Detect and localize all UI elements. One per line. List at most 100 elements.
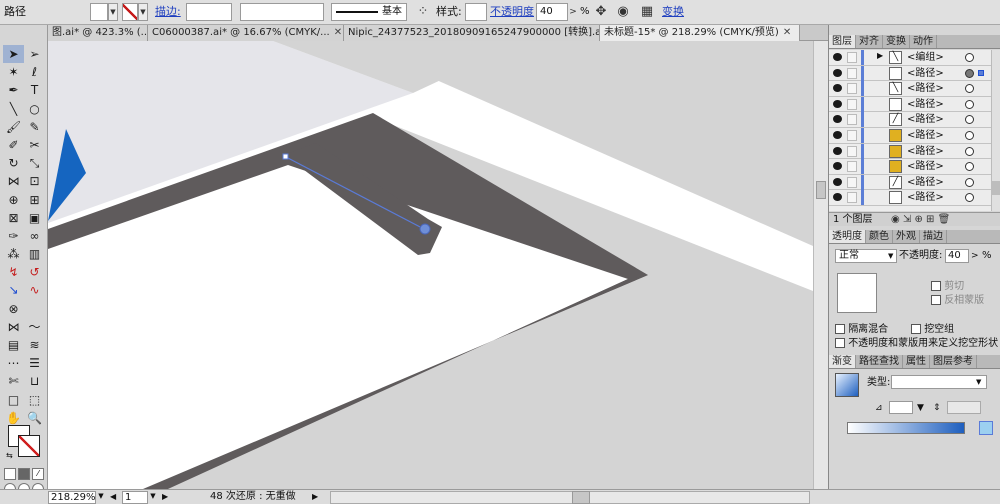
fill-dropdown-icon[interactable]: ▼ (108, 3, 118, 21)
layer-row[interactable]: ╱ <路径> (829, 112, 991, 128)
visibility-eye-icon[interactable] (833, 193, 842, 202)
opacity-input[interactable]: 40 (536, 3, 568, 21)
pencil-tool-icon[interactable]: ✎ (24, 118, 45, 136)
target-circle-icon[interactable] (965, 115, 974, 125)
warp-tool-icon[interactable]: 〜 (24, 318, 45, 336)
target-circle-icon[interactable] (965, 84, 974, 94)
page-dropdown-icon[interactable]: ▼ (148, 491, 158, 504)
knockout-group-option[interactable]: 挖空组 (911, 324, 954, 336)
stroke-weight-input[interactable] (186, 3, 232, 21)
envelope-tool-icon[interactable]: ⋈ (3, 318, 24, 336)
scale-tool-icon[interactable]: ⤡ (24, 154, 45, 172)
target-circle-icon[interactable] (965, 177, 974, 187)
layer-row[interactable]: <路径> (829, 96, 991, 113)
tab-appearance[interactable]: 外观 (893, 230, 920, 243)
clip-checkbox[interactable] (931, 281, 941, 291)
layer-row[interactable]: <路径> (829, 65, 991, 82)
target-circle-icon[interactable] (965, 162, 974, 172)
target-circle-icon[interactable] (965, 131, 974, 140)
target-circle-icon[interactable] (965, 53, 974, 62)
visibility-eye-icon[interactable] (833, 146, 842, 155)
tab-transform[interactable]: 变换 (883, 35, 910, 48)
tab-color[interactable]: 颜色 (866, 230, 893, 243)
layer-row[interactable]: ▶ ╲ <编组> (829, 50, 991, 66)
brush-profile-select[interactable]: 基本 (331, 3, 407, 21)
sliders-tool-icon[interactable]: ⋯ (3, 354, 24, 372)
doc-tab-4[interactable]: 未标题-15* @ 218.29% (CMYK/预览) ✕ (600, 25, 800, 41)
fill-color-swatch[interactable] (90, 3, 108, 21)
graphic-style-swatch[interactable] (465, 3, 487, 21)
prev-page-icon[interactable]: ◀ (110, 491, 120, 504)
gradient-stop-color[interactable] (979, 421, 993, 435)
eraser-tool-icon[interactable]: ✂ (24, 136, 45, 154)
lock-toggle[interactable] (847, 145, 857, 157)
lock-toggle[interactable] (847, 192, 857, 204)
gradient-mode-icon[interactable] (18, 468, 30, 480)
perspective-grid-tool-icon[interactable]: ⊞ (24, 191, 45, 209)
tab-stroke[interactable]: 描边 (920, 230, 947, 243)
eyedropper-tool-icon[interactable]: ✑ (3, 227, 24, 245)
puppet-warp-tool-icon[interactable]: ≋ (24, 336, 45, 354)
style-options-icon[interactable]: ◉ (614, 3, 632, 21)
close-icon[interactable]: ✕ (334, 27, 342, 38)
visibility-eye-icon[interactable] (833, 177, 842, 186)
blend-tool-icon[interactable]: ∞ (24, 227, 45, 245)
curvature-tool-icon[interactable]: ↘ (3, 281, 24, 299)
lasso-tool-icon[interactable]: ℓ (24, 63, 45, 81)
layer-row[interactable]: <路径> (829, 128, 991, 144)
invert-mask-checkbox[interactable] (931, 295, 941, 305)
blend-mode-select[interactable]: 正常 ▼ (835, 249, 897, 263)
variable-width-select[interactable] (240, 3, 324, 21)
layer-footer-icons[interactable]: ◉ ⇲ ⊕ ⊞ 🗑 (891, 214, 950, 226)
color-mode-icon[interactable] (4, 468, 16, 480)
pen-tool-icon[interactable]: ✒ (3, 81, 24, 99)
lock-toggle[interactable] (847, 176, 857, 188)
recolor-icon[interactable]: ✥ (592, 3, 610, 21)
layer-row[interactable]: <路径> (829, 143, 991, 160)
define-knockout-option[interactable]: 不透明度和蒙版用来定义挖空形状 (835, 338, 998, 350)
ellipse-tool-icon[interactable]: ○ (24, 100, 45, 118)
column-graph-tool-icon[interactable]: ▥ (24, 245, 45, 263)
status-menu-icon[interactable]: ▶ (312, 491, 322, 504)
layer-row[interactable]: <路径> (829, 190, 991, 206)
blob-brush-tool-icon[interactable]: ✐ (3, 136, 24, 154)
visibility-eye-icon[interactable] (833, 84, 842, 93)
visibility-eye-icon[interactable] (833, 99, 842, 108)
target-circle-icon[interactable] (965, 68, 974, 78)
slice-tool-icon[interactable]: ✄ (3, 372, 24, 390)
isolate-blend-option[interactable]: 隔离混合 (835, 324, 888, 336)
tab-gradient[interactable]: 渐变 (829, 355, 856, 368)
gradient-angle-step-icon[interactable]: ▼ (917, 402, 924, 414)
define-knockout-checkbox[interactable] (835, 338, 845, 348)
layer-row[interactable]: ╱ <路径> (829, 174, 991, 191)
lock-toggle[interactable] (847, 83, 857, 95)
h-scrollbar-thumb[interactable] (572, 491, 590, 504)
opacity-link[interactable]: 不透明度 (490, 3, 534, 21)
stroke-swatch[interactable] (18, 435, 40, 457)
zoom-dropdown-icon[interactable]: ▼ (96, 491, 106, 504)
lock-toggle[interactable] (847, 114, 857, 126)
horizontal-scrollbar[interactable] (330, 491, 810, 504)
gradient-aspect-input[interactable] (947, 401, 981, 414)
width-tool-icon[interactable]: ⋈ (3, 172, 24, 190)
lock-toggle[interactable] (847, 130, 857, 141)
page-field[interactable]: 1 (122, 491, 148, 504)
lock-toggle[interactable] (847, 67, 857, 79)
visibility-eye-icon[interactable] (833, 68, 842, 77)
opacity-mask-thumbnail[interactable] (837, 273, 877, 313)
type-tool-icon[interactable]: T (24, 81, 45, 99)
align-tool-icon[interactable]: ☰ (24, 354, 45, 372)
stroke-link[interactable]: 描边: (155, 3, 181, 21)
opacity-step-icon[interactable]: > (971, 250, 979, 262)
smooth-tool-icon[interactable]: ∿ (24, 281, 45, 299)
none-mode-icon[interactable]: ⁄ (32, 468, 44, 480)
tab-attributes[interactable]: 属性 (903, 355, 930, 368)
magic-wand-tool-icon[interactable]: ✶ (3, 63, 24, 81)
canvas-vertical-scrollbar[interactable] (813, 41, 828, 489)
zoom-field[interactable]: 218.29% (48, 491, 96, 504)
visibility-eye-icon[interactable] (833, 53, 842, 61)
gradient-swatch[interactable] (835, 373, 859, 397)
lock-toggle[interactable] (847, 52, 857, 63)
transform-link[interactable]: 变换 (662, 3, 684, 21)
gradient-tool-icon[interactable]: ▣ (24, 209, 45, 227)
